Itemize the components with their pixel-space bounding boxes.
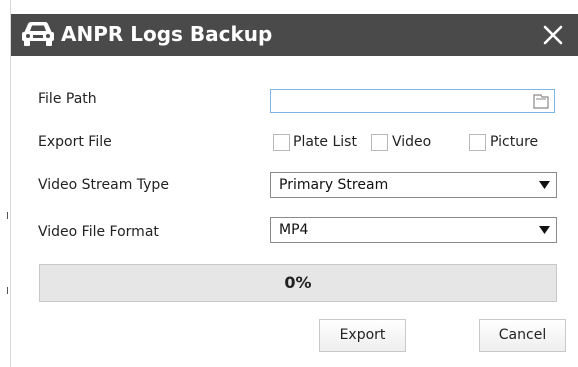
export-button[interactable]: Export (319, 319, 406, 352)
edge-mark (7, 212, 8, 219)
background-window-edge (0, 0, 10, 367)
dropdown-arrow-icon (539, 226, 550, 234)
video-label: Video (392, 134, 432, 150)
video-stream-type-label: Video Stream Type (38, 177, 169, 193)
file-path-input[interactable] (270, 89, 555, 113)
video-stream-type-select[interactable]: Primary Stream (270, 172, 557, 198)
edge-mark (7, 287, 8, 294)
close-icon[interactable] (541, 23, 565, 47)
export-file-label: Export File (38, 134, 112, 150)
picture-checkbox[interactable] (469, 134, 486, 151)
dialog-titlebar[interactable]: ANPR Logs Backup (11, 14, 578, 56)
video-checkbox[interactable] (371, 134, 388, 151)
dropdown-arrow-icon (539, 181, 550, 189)
cancel-button[interactable]: Cancel (479, 319, 566, 352)
video-file-format-select[interactable]: MP4 (270, 217, 557, 243)
export-progress-bar: 0% (39, 264, 557, 302)
video-stream-type-value: Primary Stream (279, 177, 389, 193)
plate-list-checkbox[interactable] (273, 134, 290, 151)
progress-text: 0% (284, 273, 312, 292)
anpr-logs-backup-dialog: ANPR Logs Backup File Path Export File P… (10, 0, 578, 367)
dialog-title: ANPR Logs Backup (61, 22, 273, 46)
picture-label: Picture (490, 134, 539, 150)
video-file-format-label: Video File Format (38, 224, 159, 240)
folder-icon[interactable] (532, 92, 550, 110)
file-path-label: File Path (38, 91, 97, 107)
plate-list-label: Plate List (293, 134, 357, 150)
video-file-format-value: MP4 (279, 222, 309, 238)
car-icon (22, 22, 54, 46)
